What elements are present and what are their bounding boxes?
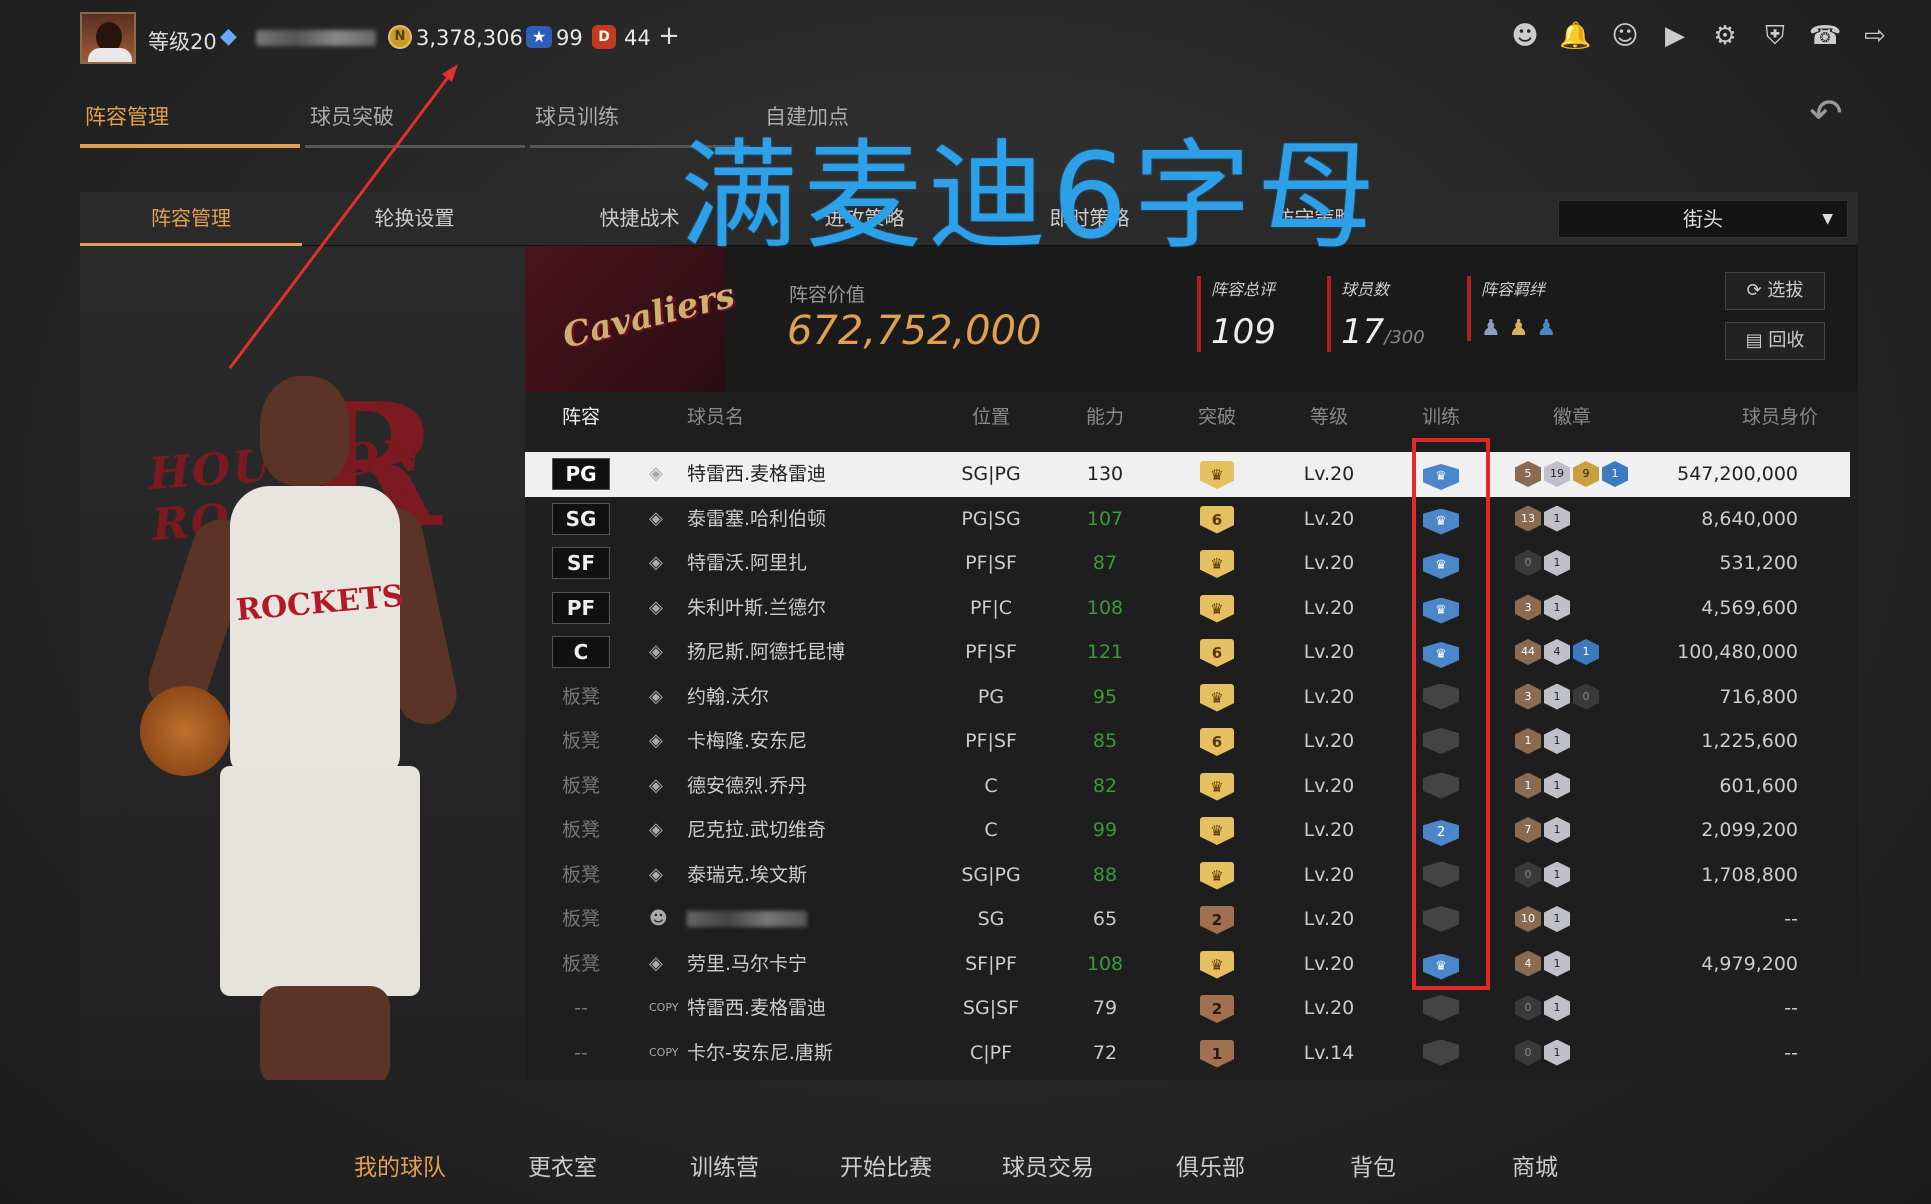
nav-locker-room[interactable]: 更衣室 [528,1148,597,1182]
nav-backpack[interactable]: 背包 [1350,1148,1396,1182]
nav-training-camp[interactable]: 训练营 [690,1148,759,1182]
bottom-nav: 我的球队 更衣室 训练营 开始比赛 球员交易 俱乐部 背包 商城 [320,1148,1620,1188]
nav-trade[interactable]: 球员交易 [1002,1148,1094,1182]
nav-store[interactable]: 商城 [1512,1148,1558,1182]
nav-my-team[interactable]: 我的球队 [354,1148,446,1182]
nav-start-game[interactable]: 开始比赛 [840,1148,932,1182]
nav-club[interactable]: 俱乐部 [1176,1148,1245,1182]
annotation-arrow [228,64,458,369]
